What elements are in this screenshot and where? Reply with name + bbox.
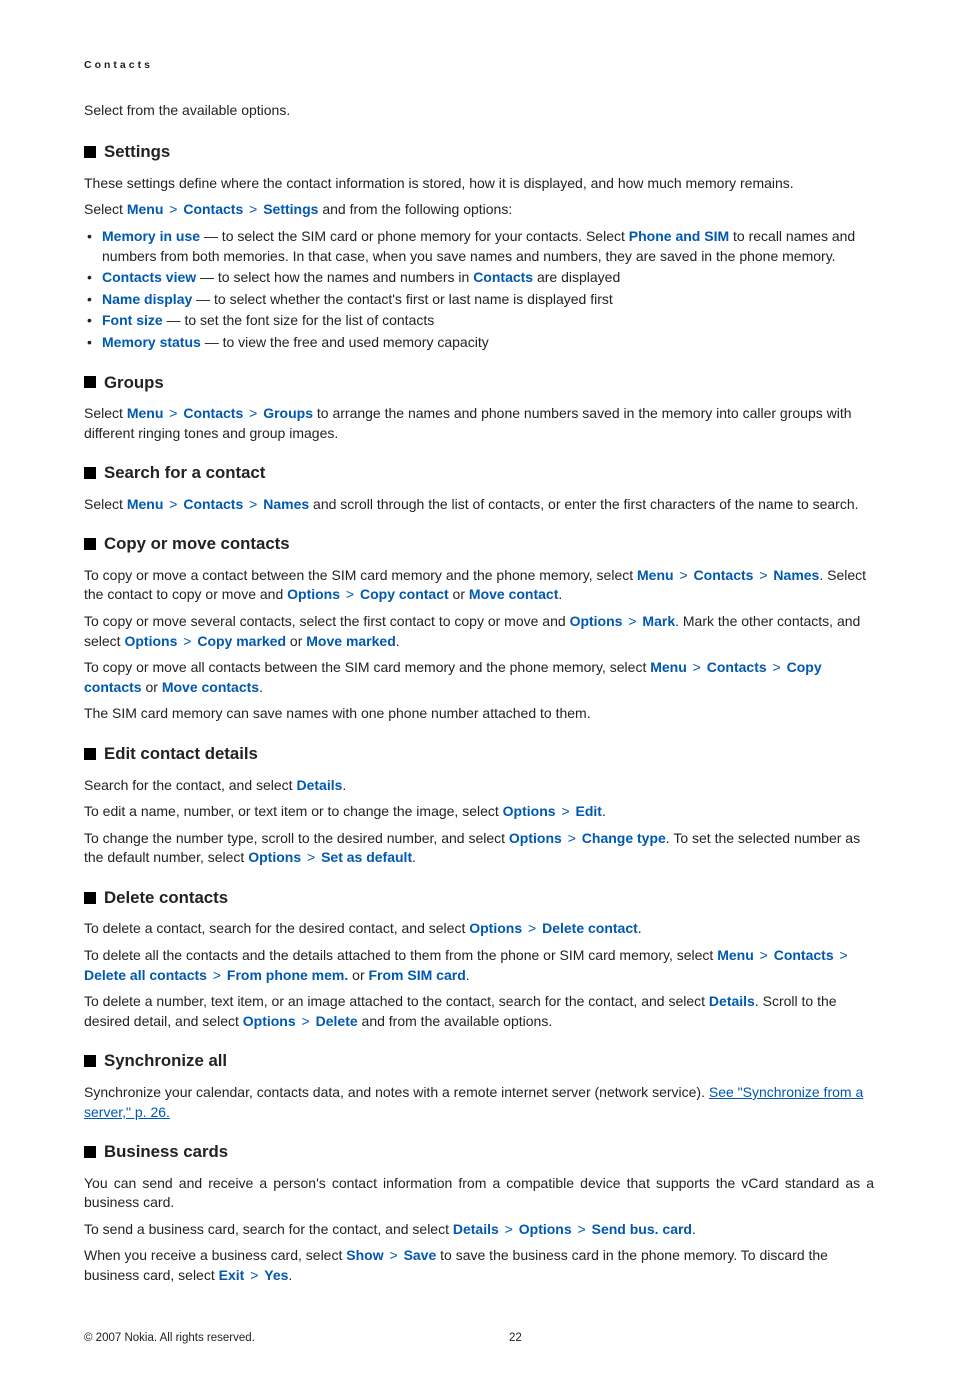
settings-option-list: Memory in use — to select the SIM card o… — [84, 227, 874, 353]
copy-p3: To copy or move all contacts between the… — [84, 658, 874, 697]
square-bullet-icon — [84, 376, 96, 388]
delete-p1: To delete a contact, search for the desi… — [84, 919, 874, 939]
page-footer: © 2007 Nokia. All rights reserved. 22 — [84, 1330, 874, 1346]
heading-label: Settings — [104, 140, 170, 164]
heading-label: Business cards — [104, 1140, 228, 1164]
copy-p4: The SIM card memory can save names with … — [84, 704, 874, 724]
edit-p1: Search for the contact, and select Detai… — [84, 776, 874, 796]
list-item: Font size — to set the font size for the… — [84, 311, 874, 331]
heading-label: Groups — [104, 371, 164, 395]
copy-p1: To copy or move a contact between the SI… — [84, 566, 874, 605]
edit-p2: To edit a name, number, or text item or … — [84, 802, 874, 822]
section-heading-groups: Groups — [84, 371, 874, 395]
square-bullet-icon — [84, 748, 96, 760]
delete-p2: To delete all the contacts and the detai… — [84, 946, 874, 985]
biz-p2: To send a business card, search for the … — [84, 1220, 874, 1240]
delete-p3: To delete a number, text item, or an ima… — [84, 992, 874, 1031]
square-bullet-icon — [84, 146, 96, 158]
section-heading-biz: Business cards — [84, 1140, 874, 1164]
list-item: Name display — to select whether the con… — [84, 290, 874, 310]
biz-p1: You can send and receive a person's cont… — [84, 1174, 874, 1213]
section-heading-search: Search for a contact — [84, 461, 874, 485]
square-bullet-icon — [84, 1146, 96, 1158]
section-heading-edit: Edit contact details — [84, 742, 874, 766]
search-text: Select Menu > Contacts > Names and scrol… — [84, 495, 874, 515]
section-heading-sync: Synchronize all — [84, 1049, 874, 1073]
square-bullet-icon — [84, 1055, 96, 1067]
list-item: Contacts view — to select how the names … — [84, 268, 874, 288]
groups-text: Select Menu > Contacts > Groups to arran… — [84, 404, 874, 443]
intro-text: Select from the available options. — [84, 101, 874, 121]
section-heading-delete: Delete contacts — [84, 886, 874, 910]
heading-label: Delete contacts — [104, 886, 228, 910]
heading-label: Edit contact details — [104, 742, 258, 766]
section-heading-copy: Copy or move contacts — [84, 532, 874, 556]
square-bullet-icon — [84, 467, 96, 479]
heading-label: Copy or move contacts — [104, 532, 290, 556]
sync-text: Synchronize your calendar, contacts data… — [84, 1083, 874, 1122]
copyright-text: © 2007 Nokia. All rights reserved. — [84, 1330, 479, 1346]
copy-p2: To copy or move several contacts, select… — [84, 612, 874, 651]
heading-label: Synchronize all — [104, 1049, 227, 1073]
settings-path: Select Menu > Contacts > Settings and fr… — [84, 200, 874, 220]
settings-desc: These settings define where the contact … — [84, 174, 874, 194]
edit-p3: To change the number type, scroll to the… — [84, 829, 874, 868]
list-item: Memory status — to view the free and use… — [84, 333, 874, 353]
square-bullet-icon — [84, 892, 96, 904]
page-number: 22 — [479, 1330, 874, 1346]
biz-p3: When you receive a business card, select… — [84, 1246, 874, 1285]
heading-label: Search for a contact — [104, 461, 265, 485]
square-bullet-icon — [84, 538, 96, 550]
page-header: Contacts — [84, 58, 874, 73]
section-heading-settings: Settings — [84, 140, 874, 164]
list-item: Memory in use — to select the SIM card o… — [84, 227, 874, 266]
